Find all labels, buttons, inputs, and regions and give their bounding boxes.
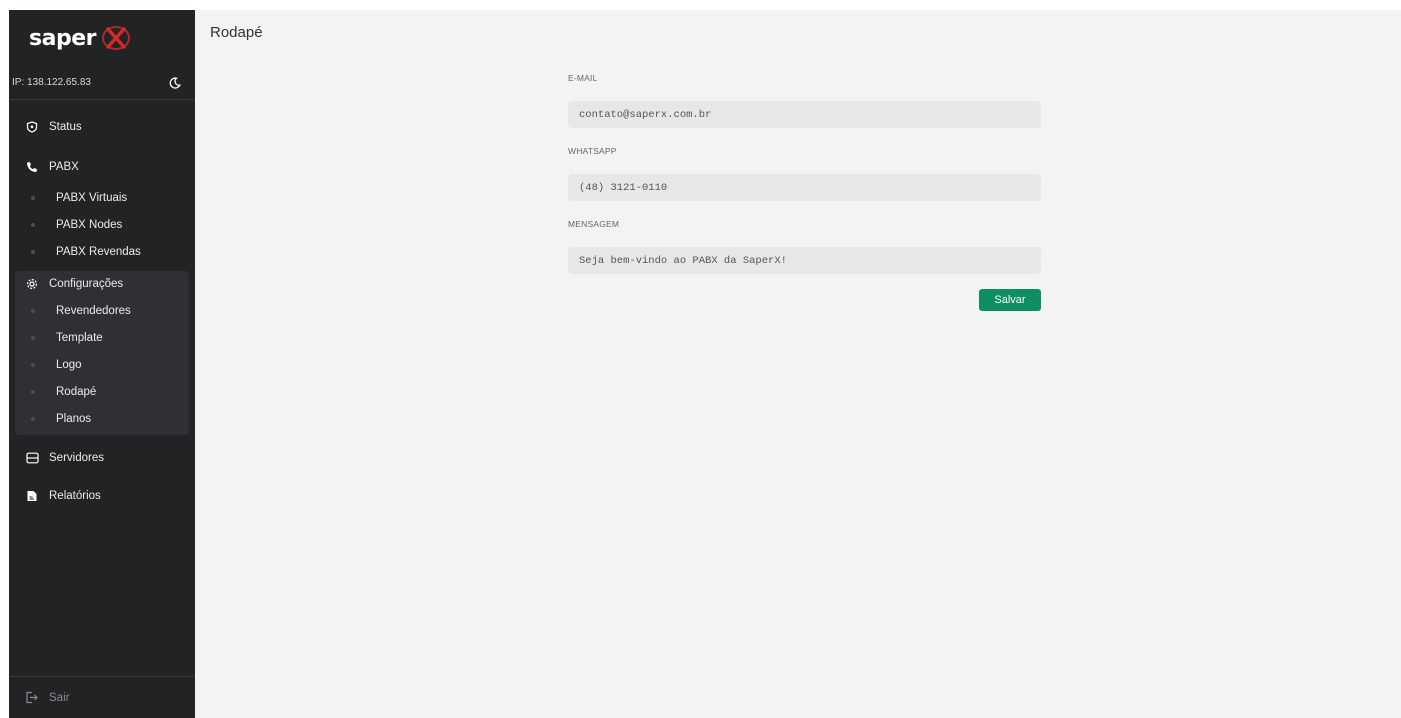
whatsapp-label: WHATSAPP — [568, 146, 617, 156]
sidebar-item-relatorios[interactable]: Relatórios — [9, 479, 195, 513]
server-ip: IP: 138.122.65.83 — [12, 77, 91, 88]
sidebar-subitem-label: PABX Revendas — [56, 245, 141, 258]
logout-label: Sair — [49, 691, 70, 704]
phone-icon — [25, 160, 39, 174]
sidebar-subitem-pabx-virtuais[interactable]: PABX Virtuais — [9, 184, 195, 211]
bullet — [31, 195, 35, 200]
gear-icon — [25, 277, 39, 291]
brand-x-icon — [101, 26, 130, 50]
sidebar-subitem-template[interactable]: Template — [15, 324, 189, 351]
bullet — [31, 249, 35, 254]
sidebar-subitem-label: Template — [56, 331, 103, 344]
sidebar-item-servidores[interactable]: Servidores — [9, 441, 195, 475]
sidebar-item-label: Configurações — [49, 278, 124, 290]
sidebar-nav: Status PABX PABX Virtuais PABX Nodes PAB… — [9, 100, 195, 513]
bullet — [31, 308, 35, 313]
server-ip-row: IP: 138.122.65.83 — [9, 66, 195, 100]
sidebar-subitem-label: PABX Virtuais — [56, 191, 128, 204]
form-actions: Salvar — [568, 289, 1041, 311]
sidebar-subitem-revendedores[interactable]: Revendedores — [15, 297, 189, 324]
bullet — [31, 222, 35, 227]
report-icon — [25, 489, 39, 503]
logout-button[interactable]: Sair — [9, 676, 195, 718]
sidebar-subitem-label: Planos — [56, 412, 92, 425]
sidebar-item-label: Servidores — [49, 452, 104, 464]
bullet — [31, 362, 35, 367]
sidebar-subitem-label: Rodapé — [56, 385, 97, 398]
logout-icon — [25, 691, 39, 705]
sidebar-item-configuracoes[interactable]: Configurações — [15, 271, 189, 297]
sidebar-subitem-rodape[interactable]: Rodapé — [15, 378, 189, 405]
sidebar-subitem-pabx-nodes[interactable]: PABX Nodes — [9, 211, 195, 238]
email-label: E-MAIL — [568, 73, 598, 83]
sidebar-item-pabx[interactable]: PABX — [9, 150, 195, 184]
page-title: Rodapé — [210, 24, 263, 41]
whatsapp-field[interactable] — [568, 174, 1041, 201]
server-icon — [25, 451, 39, 465]
sidebar-subitem-label: PABX Nodes — [56, 218, 123, 231]
message-field[interactable] — [568, 247, 1041, 274]
bullet — [31, 389, 35, 394]
main-content: Rodapé E-MAIL WHATSAPP MENSAGEM Salvar — [195, 10, 1401, 718]
moon-icon[interactable] — [167, 75, 183, 91]
sidebar-subitem-logo[interactable]: Logo — [15, 351, 189, 378]
sidebar-item-label: Relatórios — [49, 490, 101, 502]
sidebar-item-label: Status — [49, 121, 82, 133]
sidebar-subitem-planos[interactable]: Planos — [15, 405, 189, 432]
sidebar-item-label: PABX — [49, 161, 79, 173]
brand-name: saper — [29, 25, 96, 51]
save-button[interactable]: Salvar — [979, 289, 1041, 311]
shield-icon — [25, 120, 39, 134]
footer-form: E-MAIL WHATSAPP MENSAGEM Salvar — [568, 70, 1041, 311]
bullet — [31, 335, 35, 340]
email-field[interactable] — [568, 101, 1041, 128]
bullet — [31, 416, 35, 421]
sidebar: saper IP: 138.122.65.83 Status PABX PABX… — [9, 10, 195, 718]
sidebar-subitem-label: Revendedores — [56, 304, 131, 317]
sidebar-subitem-pabx-revendas[interactable]: PABX Revendas — [9, 238, 195, 265]
app-frame: saper IP: 138.122.65.83 Status PABX PABX… — [9, 10, 1401, 718]
sidebar-group-configuracoes: Configurações Revendedores Template Logo… — [15, 271, 189, 435]
sidebar-subitem-label: Logo — [56, 358, 82, 371]
message-label: MENSAGEM — [568, 219, 620, 229]
brand-logo[interactable]: saper — [9, 10, 195, 66]
sidebar-item-status[interactable]: Status — [9, 110, 195, 144]
